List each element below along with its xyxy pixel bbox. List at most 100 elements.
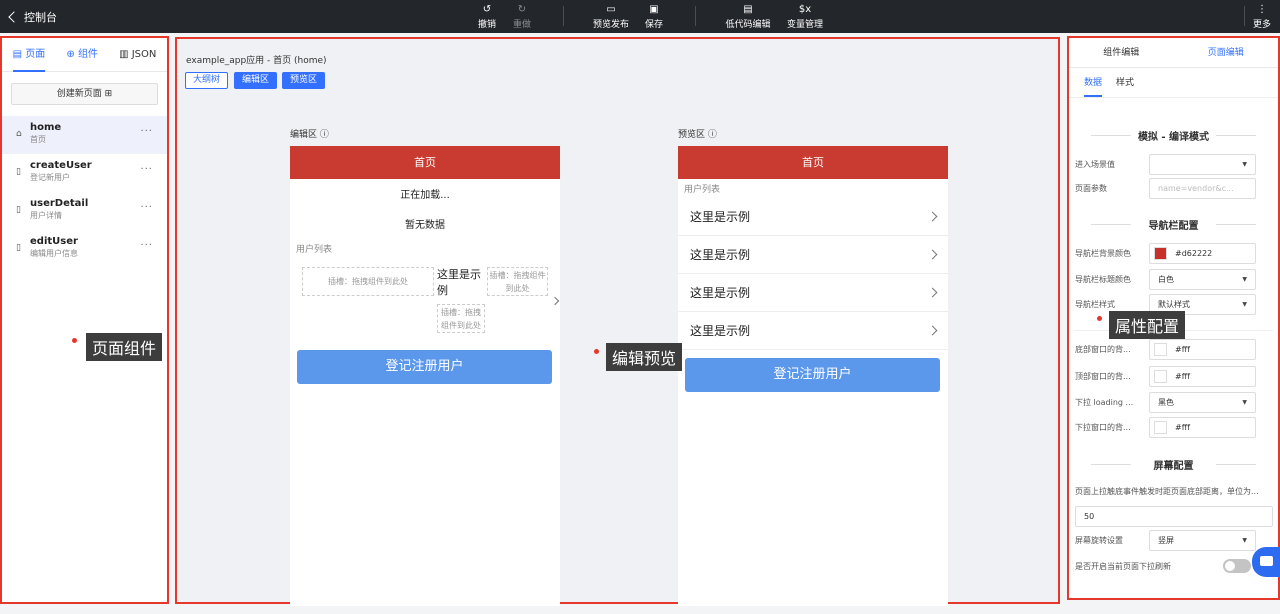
editor-label-text: 编辑区 bbox=[290, 130, 318, 140]
edit-area-button[interactable]: 编辑区 bbox=[234, 72, 278, 89]
more-horizontal-icon[interactable]: ··· bbox=[140, 164, 153, 175]
nav-title-select[interactable]: 白色 ▼ bbox=[1149, 269, 1256, 290]
more-vertical-icon: ⋮ bbox=[1257, 4, 1267, 15]
nav-bg-label: 导航栏背景颜色 bbox=[1075, 249, 1131, 258]
scene-label: 进入场景值 bbox=[1075, 160, 1115, 169]
pull-bg-color-picker[interactable]: #fff bbox=[1149, 417, 1256, 438]
section-simulate: 模拟 - 编译模式 bbox=[1069, 128, 1278, 143]
plus-square-icon: ⊞ bbox=[104, 89, 113, 99]
editor-list-label: 用户列表 bbox=[296, 245, 333, 255]
annotation-dot bbox=[1097, 316, 1102, 321]
more-horizontal-icon[interactable]: ··· bbox=[140, 240, 153, 251]
bottom-bg-field: 底部窗口的背... #fff bbox=[1075, 339, 1275, 361]
list-item[interactable]: 这里是示例 bbox=[678, 312, 948, 350]
top-bg-color-picker[interactable]: #fff bbox=[1149, 366, 1256, 387]
scene-select[interactable]: ▼ bbox=[1149, 154, 1256, 175]
variable-manage-button[interactable]: $x 变量管理 bbox=[780, 3, 830, 30]
tab-page-edit[interactable]: 页面编辑 bbox=[1174, 38, 1279, 67]
caret-down-icon: ▼ bbox=[1242, 161, 1247, 168]
create-page-button[interactable]: 创建新页面 ⊞ bbox=[11, 83, 158, 105]
subtab-data[interactable]: 数据 bbox=[1084, 68, 1103, 97]
pull-bg-field: 下拉窗口的背... #fff bbox=[1075, 417, 1275, 439]
tab-json[interactable]: ▥ JSON bbox=[119, 38, 156, 72]
chevron-right-icon bbox=[550, 296, 560, 306]
tab-components[interactable]: ⊕ 组件 bbox=[66, 38, 98, 72]
save-icon: ▣ bbox=[649, 4, 659, 15]
page-item-createUser[interactable]: ▯ createUser 登记新用户 ··· bbox=[2, 154, 167, 192]
preview-phone[interactable]: 预览区 ⓘ 首页 用户列表 这里是示例 这里是示例 这里是示例 这里是示例 登记… bbox=[678, 130, 948, 606]
preview-area-button[interactable]: 预览区 bbox=[282, 72, 326, 89]
editor-phone[interactable]: 编辑区 ⓘ 首页 正在加载... 暂无数据 用户列表 插槽：拖拽组件到此处 这里… bbox=[290, 130, 560, 606]
editor-nav-header: 首页 bbox=[290, 146, 560, 179]
bottom-bg-color-picker[interactable]: #fff bbox=[1149, 339, 1256, 360]
pull-refresh-toggle[interactable] bbox=[1223, 559, 1251, 573]
redo-button[interactable]: ↻ 重做 bbox=[497, 3, 547, 30]
canvas-area: example_app应用 - 首页 (home) 大纲树 编辑区 预览区 编辑… bbox=[175, 37, 1060, 606]
nav-bg-color-picker[interactable]: #d62222 bbox=[1149, 243, 1256, 264]
tab-components-label: 组件 bbox=[77, 48, 98, 60]
more-horizontal-icon[interactable]: ··· bbox=[140, 126, 153, 137]
list-item[interactable]: 这里是示例 bbox=[678, 198, 948, 236]
slot-dropzone[interactable]: 插槽：拖拽组件到此处 bbox=[302, 267, 434, 296]
preview-list-label: 用户列表 bbox=[684, 185, 721, 195]
more-label: 更多 bbox=[1252, 20, 1271, 30]
editor-register-button[interactable]: 登记注册用户 bbox=[297, 350, 552, 384]
save-label: 保存 bbox=[644, 20, 663, 30]
loading-style-label: 下拉 loading ... bbox=[1075, 398, 1134, 407]
top-bg-value: #fff bbox=[1175, 372, 1191, 381]
file-icon: ▯ bbox=[16, 205, 21, 215]
subtab-style[interactable]: 样式 bbox=[1116, 68, 1134, 97]
page-item-home[interactable]: ⌂ home 首页 ··· bbox=[2, 116, 167, 154]
book-icon: ▥ bbox=[119, 48, 132, 60]
outline-tree-button[interactable]: 大纲树 bbox=[185, 72, 229, 89]
list-item[interactable]: 这里是示例 bbox=[678, 236, 948, 274]
params-field: 页面参数 name=vendor&c... bbox=[1075, 178, 1275, 200]
caret-down-icon: ▼ bbox=[1242, 537, 1247, 544]
left-tabs: ▤ 页面 ⊕ 组件 ▥ JSON bbox=[2, 38, 167, 72]
page-item-editUser[interactable]: ▯ editUser 编辑用户信息 ··· bbox=[2, 230, 167, 268]
rotate-select[interactable]: 竖屏 ▼ bbox=[1149, 530, 1256, 551]
pull-refresh-field: 是否开启当前页面下拉刷新 bbox=[1075, 556, 1275, 578]
tab-json-label: JSON bbox=[131, 48, 157, 60]
slot-dropzone[interactable]: 插槽：拖拽组件到此处 bbox=[437, 304, 485, 333]
lowcode-label: 低代码编辑 bbox=[725, 20, 771, 30]
pull-refresh-label: 是否开启当前页面下拉刷新 bbox=[1075, 562, 1171, 571]
nav-style-label: 导航栏样式 bbox=[1075, 300, 1115, 309]
section-nav: 导航栏配置 bbox=[1069, 217, 1278, 232]
lowcode-edit-button[interactable]: ▤ 低代码编辑 bbox=[722, 3, 774, 30]
list-item-text: 这里是示例 bbox=[690, 324, 751, 338]
chat-icon[interactable] bbox=[1252, 547, 1280, 577]
right-subtabs: 数据 样式 bbox=[1069, 68, 1278, 98]
caret-down-icon: ▼ bbox=[1242, 399, 1247, 406]
more-button[interactable]: ⋮ 更多 bbox=[1242, 3, 1280, 30]
preview-register-button[interactable]: 登记注册用户 bbox=[685, 358, 940, 392]
nav-title-value: 白色 bbox=[1158, 275, 1174, 284]
bottom-bg-label: 底部窗口的背... bbox=[1075, 345, 1131, 354]
tab-component-edit[interactable]: 组件编辑 bbox=[1069, 38, 1174, 67]
params-input[interactable]: name=vendor&c... bbox=[1149, 178, 1256, 199]
redo-icon: ↻ bbox=[517, 4, 527, 15]
loading-style-select[interactable]: 黑色 ▼ bbox=[1149, 392, 1256, 413]
rotate-value: 竖屏 bbox=[1158, 536, 1174, 545]
back-to-console[interactable]: 控制台 bbox=[8, 9, 57, 25]
loading-style-field: 下拉 loading ... 黑色 ▼ bbox=[1075, 392, 1275, 414]
annotation-dot bbox=[72, 338, 77, 343]
page-item-userDetail[interactable]: ▯ userDetail 用户详情 ··· bbox=[2, 192, 167, 230]
rotate-field: 屏幕旋转设置 竖屏 ▼ bbox=[1075, 530, 1275, 552]
caret-down-icon: ▼ bbox=[1242, 276, 1247, 283]
file-icon: ▯ bbox=[16, 167, 21, 177]
tab-pages[interactable]: ▤ 页面 bbox=[12, 38, 46, 72]
variable-icon: $x bbox=[798, 4, 812, 15]
left-panel: ▤ 页面 ⊕ 组件 ▥ JSON 创建新页面 ⊞ ⌂ home 首页 ··· ▯… bbox=[0, 36, 169, 604]
create-page-label: 创建新页面 bbox=[56, 89, 102, 99]
reach-bottom-input[interactable]: 50 bbox=[1075, 506, 1273, 527]
canvas-title: example_app应用 - 首页 (home) bbox=[186, 56, 327, 66]
pull-bg-label: 下拉窗口的背... bbox=[1075, 423, 1131, 432]
more-horizontal-icon[interactable]: ··· bbox=[140, 202, 153, 213]
right-tabs: 组件编辑 页面编辑 bbox=[1069, 38, 1278, 68]
undo-label: 撤销 bbox=[477, 20, 496, 30]
top-bg-field: 顶部窗口的背... #fff bbox=[1075, 366, 1275, 388]
list-item[interactable]: 这里是示例 bbox=[678, 274, 948, 312]
save-button[interactable]: ▣ 保存 bbox=[629, 3, 679, 30]
slot-dropzone[interactable]: 插槽：拖拽组件到此处 bbox=[487, 267, 548, 296]
